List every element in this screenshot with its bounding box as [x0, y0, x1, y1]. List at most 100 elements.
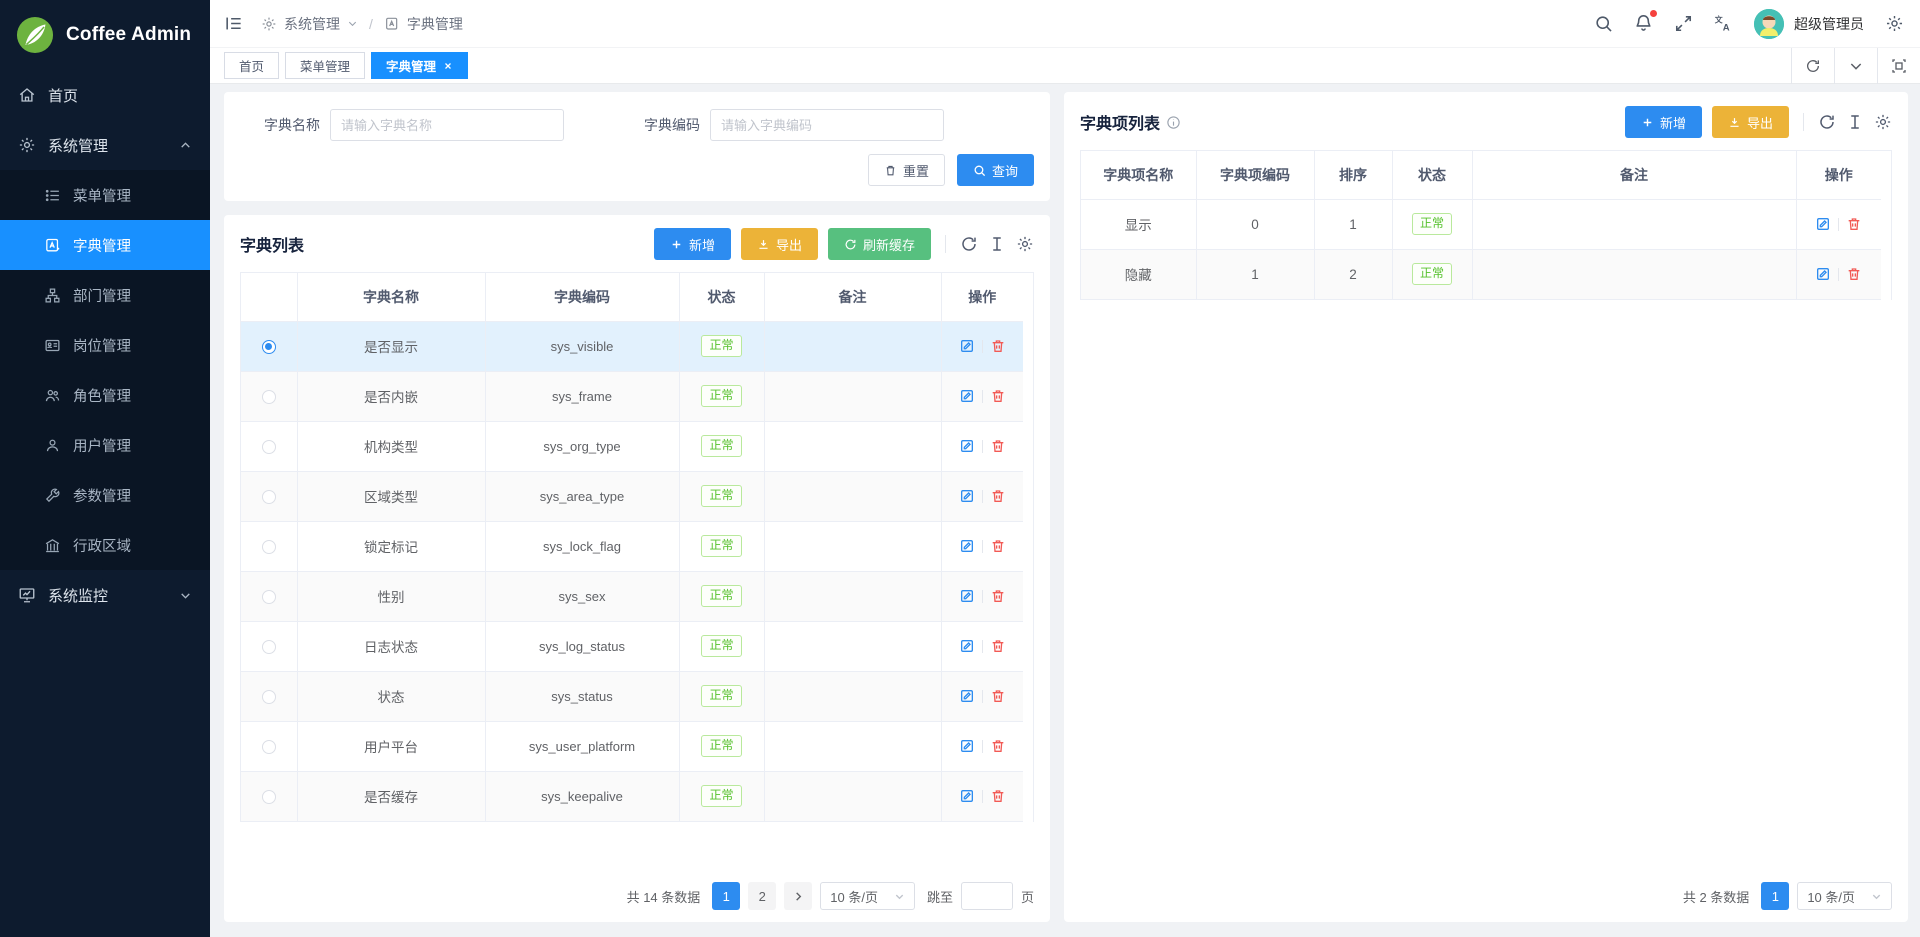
table-row[interactable]: 是否缓存 sys_keepalive 正常 — [241, 771, 1023, 821]
edit-button[interactable] — [959, 388, 975, 404]
table-row[interactable]: 是否显示 sys_visible 正常 — [241, 321, 1023, 371]
delete-button[interactable] — [990, 788, 1006, 804]
dictionary-icon — [384, 16, 400, 32]
sidebar-item-monitor[interactable]: 系统监控 — [0, 570, 210, 620]
table-row[interactable]: 机构类型 sys_org_type 正常 — [241, 421, 1023, 471]
avatar[interactable] — [1754, 9, 1784, 39]
page-button-1[interactable]: 1 — [712, 882, 740, 910]
tab-close-icon[interactable] — [443, 61, 453, 71]
row-height-icon[interactable] — [988, 235, 1006, 253]
edit-button[interactable] — [1815, 266, 1831, 282]
delete-button[interactable] — [990, 688, 1006, 704]
dict-code-input[interactable] — [710, 109, 944, 141]
add-dict-button[interactable]: 新增 — [654, 228, 731, 260]
delete-button[interactable] — [990, 388, 1006, 404]
next-page-button[interactable] — [784, 882, 812, 910]
translate-icon[interactable]: 文A — [1714, 14, 1733, 33]
row-radio[interactable] — [262, 440, 276, 454]
sidebar-item-post-mgmt[interactable]: 岗位管理 — [0, 320, 210, 370]
row-radio[interactable] — [262, 640, 276, 654]
sidebar-item-home[interactable]: 首页 — [0, 70, 210, 120]
dict-name-input[interactable] — [330, 109, 564, 141]
refresh-tab-button[interactable] — [1791, 48, 1834, 84]
delete-button[interactable] — [990, 438, 1006, 454]
username-label[interactable]: 超级管理员 — [1794, 14, 1864, 34]
tab-menu-mgmt[interactable]: 菜单管理 — [285, 52, 365, 79]
tab-home[interactable]: 首页 — [224, 52, 279, 79]
info-icon[interactable] — [1166, 115, 1181, 130]
row-radio[interactable] — [262, 690, 276, 704]
edit-button[interactable] — [959, 788, 975, 804]
delete-button[interactable] — [990, 338, 1006, 354]
table-row[interactable]: 隐藏 1 2 正常 — [1081, 249, 1881, 299]
sidebar-item-system[interactable]: 系统管理 — [0, 120, 210, 170]
chevron-up-icon — [179, 139, 192, 152]
delete-button[interactable] — [990, 588, 1006, 604]
breadcrumb-parent[interactable]: 系统管理 — [284, 14, 340, 34]
delete-button[interactable] — [990, 738, 1006, 754]
edit-button[interactable] — [959, 738, 975, 754]
sidebar-item-dept-mgmt[interactable]: 部门管理 — [0, 270, 210, 320]
table-row[interactable]: 日志状态 sys_log_status 正常 — [241, 621, 1023, 671]
sidebar-item-param-mgmt[interactable]: 参数管理 — [0, 470, 210, 520]
edit-button[interactable] — [959, 438, 975, 454]
notification-bell[interactable] — [1634, 13, 1653, 35]
settings-gear-icon[interactable] — [1885, 14, 1904, 33]
table-row[interactable]: 状态 sys_status 正常 — [241, 671, 1023, 721]
edit-button[interactable] — [1815, 216, 1831, 232]
row-radio[interactable] — [262, 490, 276, 504]
jump-page-input[interactable] — [961, 882, 1013, 910]
row-radio[interactable] — [262, 590, 276, 604]
sidebar-item-dict-mgmt[interactable]: 字典管理 — [0, 220, 210, 270]
tab-dict-mgmt[interactable]: 字典管理 — [371, 52, 468, 79]
edit-button[interactable] — [959, 488, 975, 504]
delete-button[interactable] — [990, 638, 1006, 654]
table-row[interactable]: 显示 0 1 正常 — [1081, 199, 1881, 249]
delete-button[interactable] — [990, 488, 1006, 504]
table-row[interactable]: 性别 sys_sex 正常 — [241, 571, 1023, 621]
page-button-2[interactable]: 2 — [748, 882, 776, 910]
edit-button[interactable] — [959, 338, 975, 354]
edit-button[interactable] — [959, 538, 975, 554]
tab-list-dropdown-button[interactable] — [1834, 48, 1877, 84]
table-row[interactable]: 是否内嵌 sys_frame 正常 — [241, 371, 1023, 421]
refresh-table-icon[interactable] — [960, 235, 978, 253]
delete-button[interactable] — [1846, 266, 1862, 282]
table-row[interactable]: 区域类型 sys_area_type 正常 — [241, 471, 1023, 521]
page-size-select[interactable]: 10 条/页 — [820, 882, 915, 910]
reset-button[interactable]: 重置 — [868, 154, 945, 186]
sidebar-item-user-mgmt[interactable]: 用户管理 — [0, 420, 210, 470]
row-radio[interactable] — [262, 540, 276, 554]
page-button-1[interactable]: 1 — [1761, 882, 1789, 910]
table-row[interactable]: 用户平台 sys_user_platform 正常 — [241, 721, 1023, 771]
maximize-content-button[interactable] — [1877, 48, 1920, 84]
column-settings-gear-icon[interactable] — [1016, 235, 1034, 253]
delete-button[interactable] — [990, 538, 1006, 554]
column-settings-gear-icon[interactable] — [1874, 113, 1892, 131]
table-row[interactable]: 锁定标记 sys_lock_flag 正常 — [241, 521, 1023, 571]
sidebar-item-menu-mgmt[interactable]: 菜单管理 — [0, 170, 210, 220]
export-dict-button[interactable]: 导出 — [741, 228, 818, 260]
sidebar-item-region[interactable]: 行政区域 — [0, 520, 210, 570]
sidebar-item-role-mgmt[interactable]: 角色管理 — [0, 370, 210, 420]
row-radio[interactable] — [262, 340, 276, 354]
search-icon[interactable] — [1594, 14, 1613, 33]
page-size-select[interactable]: 10 条/页 — [1797, 882, 1892, 910]
add-dict-item-button[interactable]: 新增 — [1625, 106, 1702, 138]
delete-button[interactable] — [1846, 216, 1862, 232]
query-button[interactable]: 查询 — [957, 154, 1034, 186]
row-radio[interactable] — [262, 390, 276, 404]
edit-button[interactable] — [959, 688, 975, 704]
fullscreen-expand-icon[interactable] — [1674, 14, 1693, 33]
row-radio[interactable] — [262, 790, 276, 804]
chevron-down-icon[interactable] — [347, 18, 358, 29]
edit-button[interactable] — [959, 638, 975, 654]
export-dict-item-button[interactable]: 导出 — [1712, 106, 1789, 138]
refresh-table-icon[interactable] — [1818, 113, 1836, 131]
row-height-icon[interactable] — [1846, 113, 1864, 131]
refresh-cache-button[interactable]: 刷新缓存 — [828, 228, 931, 260]
row-radio[interactable] — [262, 740, 276, 754]
remark-cell — [1472, 249, 1796, 299]
edit-button[interactable] — [959, 588, 975, 604]
menu-fold-icon[interactable] — [224, 14, 243, 33]
